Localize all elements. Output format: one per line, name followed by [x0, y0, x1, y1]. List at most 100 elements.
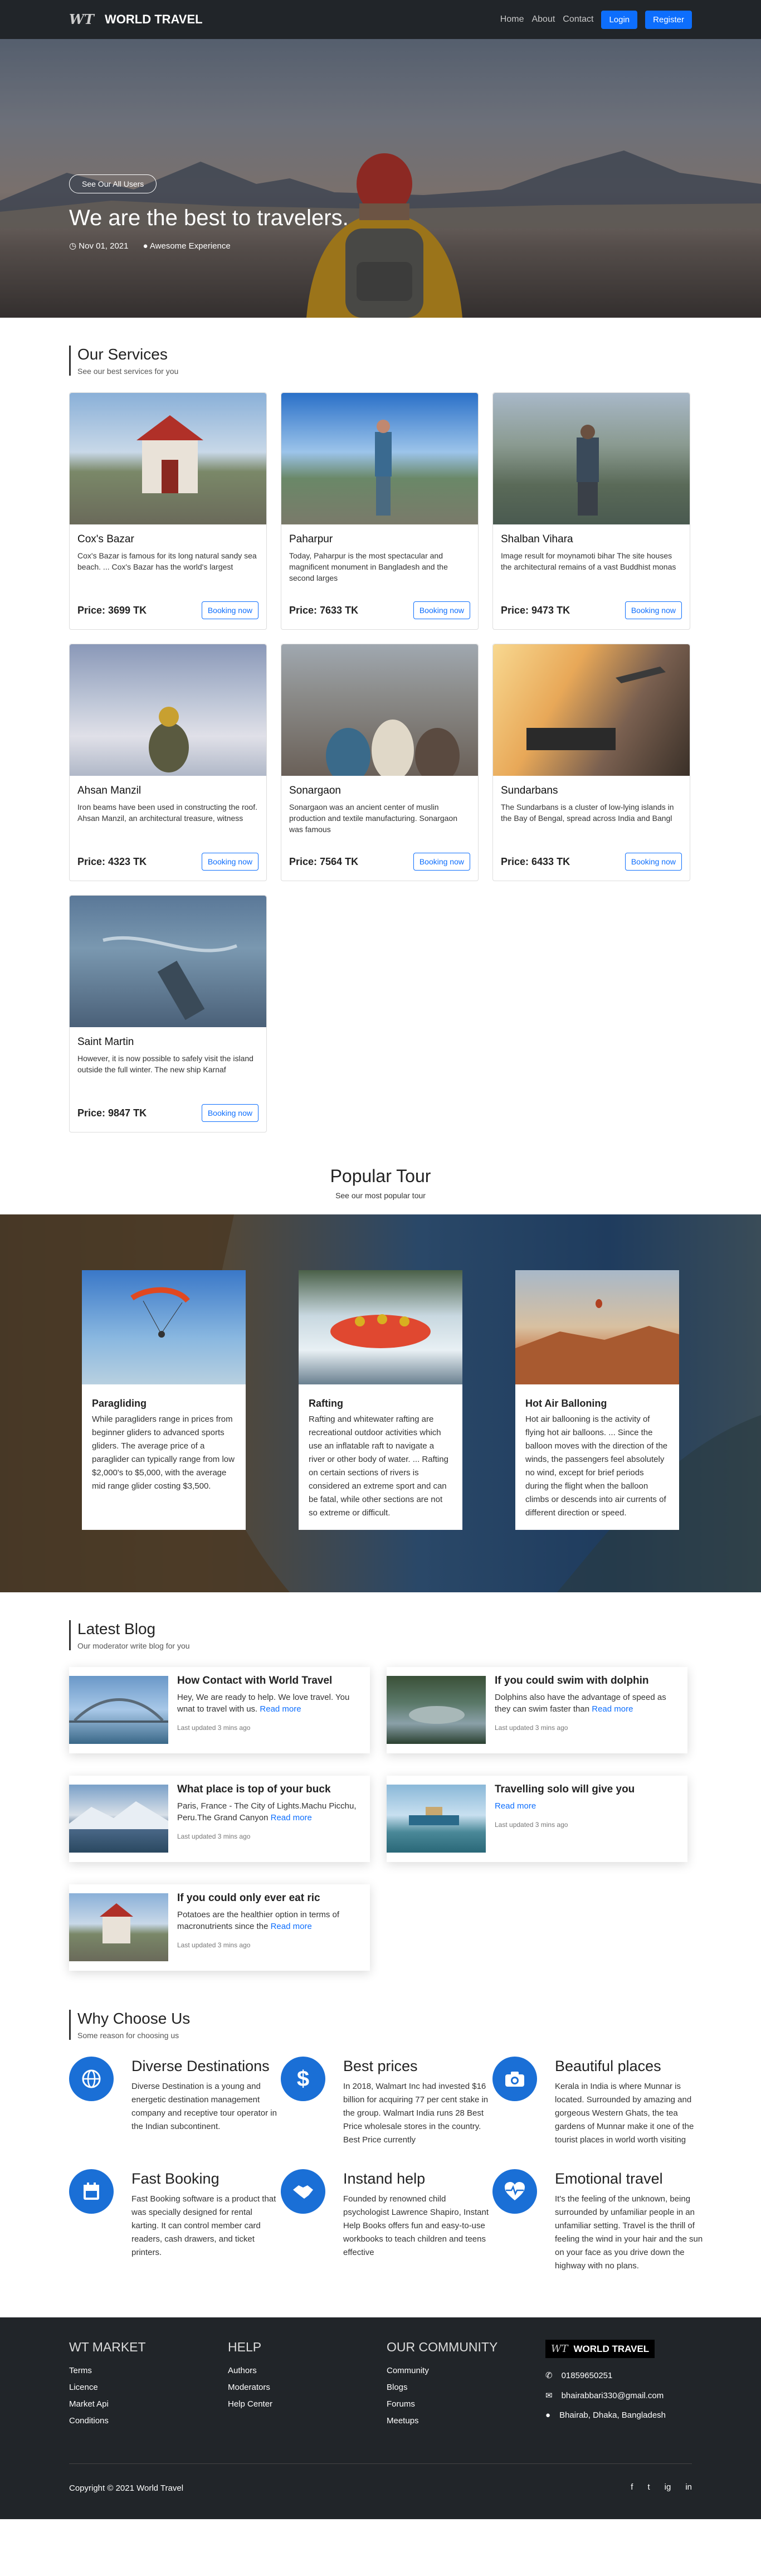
read-more-link[interactable]: Read more — [260, 1704, 301, 1714]
booking-now-button[interactable]: Booking now — [201, 853, 258, 871]
read-more-link[interactable]: Read more — [592, 1704, 633, 1714]
why-item-desc: Fast Booking software is a product that … — [131, 2194, 276, 2257]
service-card: Cox's Bazar Cox's Bazar is famous for it… — [69, 392, 267, 630]
footer-link[interactable]: Terms — [69, 2366, 228, 2375]
footer-col-contact: WT WORLD TRAVEL ✆ 01859650251 ✉ bhairabbar… — [545, 2340, 690, 2433]
blog-title: Latest Blog — [77, 1620, 156, 1637]
dollar-icon: $ — [281, 2057, 325, 2101]
footer-col-title: OUR COMMUNITY — [387, 2340, 498, 2354]
read-more-link[interactable]: Read more — [495, 1801, 536, 1811]
why-section: Why Choose Us Some reason for choosing u… — [0, 2010, 761, 2273]
footer-col-community: OUR COMMUNITY Community Blogs Forums Mee… — [387, 2340, 545, 2433]
calendar-icon — [69, 2169, 114, 2214]
see-all-users-button[interactable]: See Our All Users — [69, 174, 157, 193]
service-desc: However, it is now possible to safely vi… — [77, 1054, 253, 1074]
hero-author: ● Awesome Experience — [143, 241, 231, 251]
booking-now-button[interactable]: Booking now — [625, 601, 682, 619]
footer-link[interactable]: Conditions — [69, 2416, 228, 2426]
tour-desc: Rafting and whitewater rafting are recre… — [309, 1415, 448, 1518]
user-icon: ● — [143, 241, 148, 251]
why-item-title: Emotional travel — [555, 2170, 663, 2187]
blog-post-title[interactable]: What place is top of your buck — [177, 1783, 361, 1796]
footer-link[interactable]: Authors — [228, 2366, 387, 2375]
footer-phone-text: 01859650251 — [561, 2370, 613, 2380]
brand-name: WORLD TRAVEL — [105, 12, 203, 26]
nav-contact-link[interactable]: Contact — [563, 14, 593, 25]
nav-about-link[interactable]: About — [531, 14, 555, 25]
service-name: Paharpur — [289, 533, 333, 545]
service-card: Sundarbans The Sundarbans is a cluster o… — [492, 644, 690, 881]
blog-image — [387, 1785, 486, 1853]
hero-date-text: Nov 01, 2021 — [79, 241, 129, 251]
blog-post-desc-text: Dolphins also have the advantage of spee… — [495, 1693, 666, 1714]
camera-icon — [492, 2057, 537, 2101]
footer-link[interactable]: Licence — [69, 2383, 228, 2392]
register-button[interactable]: Register — [645, 10, 692, 29]
service-name: Cox's Bazar — [77, 533, 134, 545]
booking-now-button[interactable]: Booking now — [201, 1104, 258, 1122]
blog-post-updated: Last updated 3 mins ago — [495, 1821, 568, 1829]
footer-col-title: HELP — [228, 2340, 262, 2354]
blog-post-title[interactable]: Travelling solo will give you — [495, 1783, 635, 1796]
read-more-link[interactable]: Read more — [271, 1813, 312, 1822]
service-price: Price: 4323 TK — [77, 856, 147, 867]
why-item-title: Best prices — [343, 2058, 418, 2074]
booking-now-button[interactable]: Booking now — [413, 601, 470, 619]
read-more-link[interactable]: Read more — [271, 1922, 312, 1931]
footer-link[interactable]: Community — [387, 2366, 545, 2375]
popular-title: Popular Tour — [330, 1166, 431, 1186]
globe-icon — [69, 2057, 114, 2101]
blog-post-title[interactable]: If you could swim with dolphin — [495, 1675, 679, 1687]
why-item-title: Diverse Destinations — [131, 2058, 270, 2074]
footer-email-text: bhairabbari330@gmail.com — [561, 2390, 664, 2400]
why-item-desc: Kerala in India is where Munnar is locat… — [555, 2082, 694, 2145]
booking-now-button[interactable]: Booking now — [201, 601, 258, 619]
copyright: Copyright © 2021 World Travel — [69, 2483, 184, 2493]
blog-post-title[interactable]: If you could only ever eat ric — [177, 1892, 361, 1904]
footer-brand[interactable]: WT WORLD TRAVEL — [545, 2340, 655, 2358]
brand[interactable]: WT WORLD TRAVEL — [69, 9, 203, 30]
hero-title: We are the best to travelers. — [69, 206, 349, 230]
why-item-desc: It's the feeling of the unknown, being s… — [555, 2194, 703, 2271]
service-card: Paharpur Today, Paharpur is the most spe… — [281, 392, 479, 630]
map-marker-icon: ● — [545, 2410, 551, 2420]
login-button[interactable]: Login — [601, 10, 638, 29]
footer-link[interactable]: Help Center — [228, 2399, 387, 2409]
popular-subtitle: See our most popular tour — [335, 1191, 426, 1200]
blog-post-desc: Potatoes are the healthier option in ter… — [177, 1909, 361, 1932]
service-price: Price: 7564 TK — [289, 856, 359, 867]
service-name: Sundarbans — [501, 785, 558, 796]
blog-post-desc-text: Paris, France - The City of Lights.Machu… — [177, 1801, 357, 1822]
blog-image — [69, 1785, 168, 1853]
service-price: Price: 7633 TK — [289, 604, 359, 616]
why-grid: Diverse Destinations Diverse Destination … — [69, 2057, 703, 2273]
footer-col-title: WT MARKET — [69, 2340, 146, 2354]
instagram-icon[interactable]: ig — [665, 2482, 671, 2492]
tour-desc: While paragliders range in prices from b… — [92, 1415, 235, 1491]
footer-link[interactable]: Moderators — [228, 2383, 387, 2392]
footer-link[interactable]: Meetups — [387, 2416, 545, 2426]
blog-post-title[interactable]: How Contact with World Travel — [177, 1675, 361, 1687]
why-item-title: Beautiful places — [555, 2058, 661, 2074]
tour-image — [515, 1270, 679, 1384]
facebook-icon[interactable]: f — [631, 2482, 633, 2492]
phone-icon: ✆ — [545, 2371, 553, 2380]
footer-link[interactable]: Forums — [387, 2399, 545, 2409]
booking-now-button[interactable]: Booking now — [413, 853, 470, 871]
nav-home-link[interactable]: Home — [500, 14, 524, 25]
service-image — [70, 896, 266, 1027]
footer-link[interactable]: Market Api — [69, 2399, 228, 2409]
blog-post-updated: Last updated 3 mins ago — [177, 1833, 251, 1840]
blog-card: What place is top of your buck Paris, Fr… — [69, 1776, 370, 1862]
footer-link[interactable]: Blogs — [387, 2383, 545, 2392]
service-image — [281, 644, 478, 776]
footer-col-market: WT MARKET Terms Licence Market Api Condi… — [69, 2340, 228, 2433]
hero-date: ◷ Nov 01, 2021 — [69, 241, 129, 251]
why-item-desc: In 2018, Walmart Inc had invested $16 bi… — [343, 2082, 489, 2145]
linkedin-icon[interactable]: in — [685, 2482, 692, 2492]
service-name: Shalban Vihara — [501, 533, 573, 545]
twitter-icon[interactable]: t — [647, 2482, 650, 2492]
booking-now-button[interactable]: Booking now — [625, 853, 682, 871]
footer-brand-name: WORLD TRAVEL — [573, 2343, 650, 2354]
tour-name: Hot Air Balloning — [525, 1398, 607, 1409]
